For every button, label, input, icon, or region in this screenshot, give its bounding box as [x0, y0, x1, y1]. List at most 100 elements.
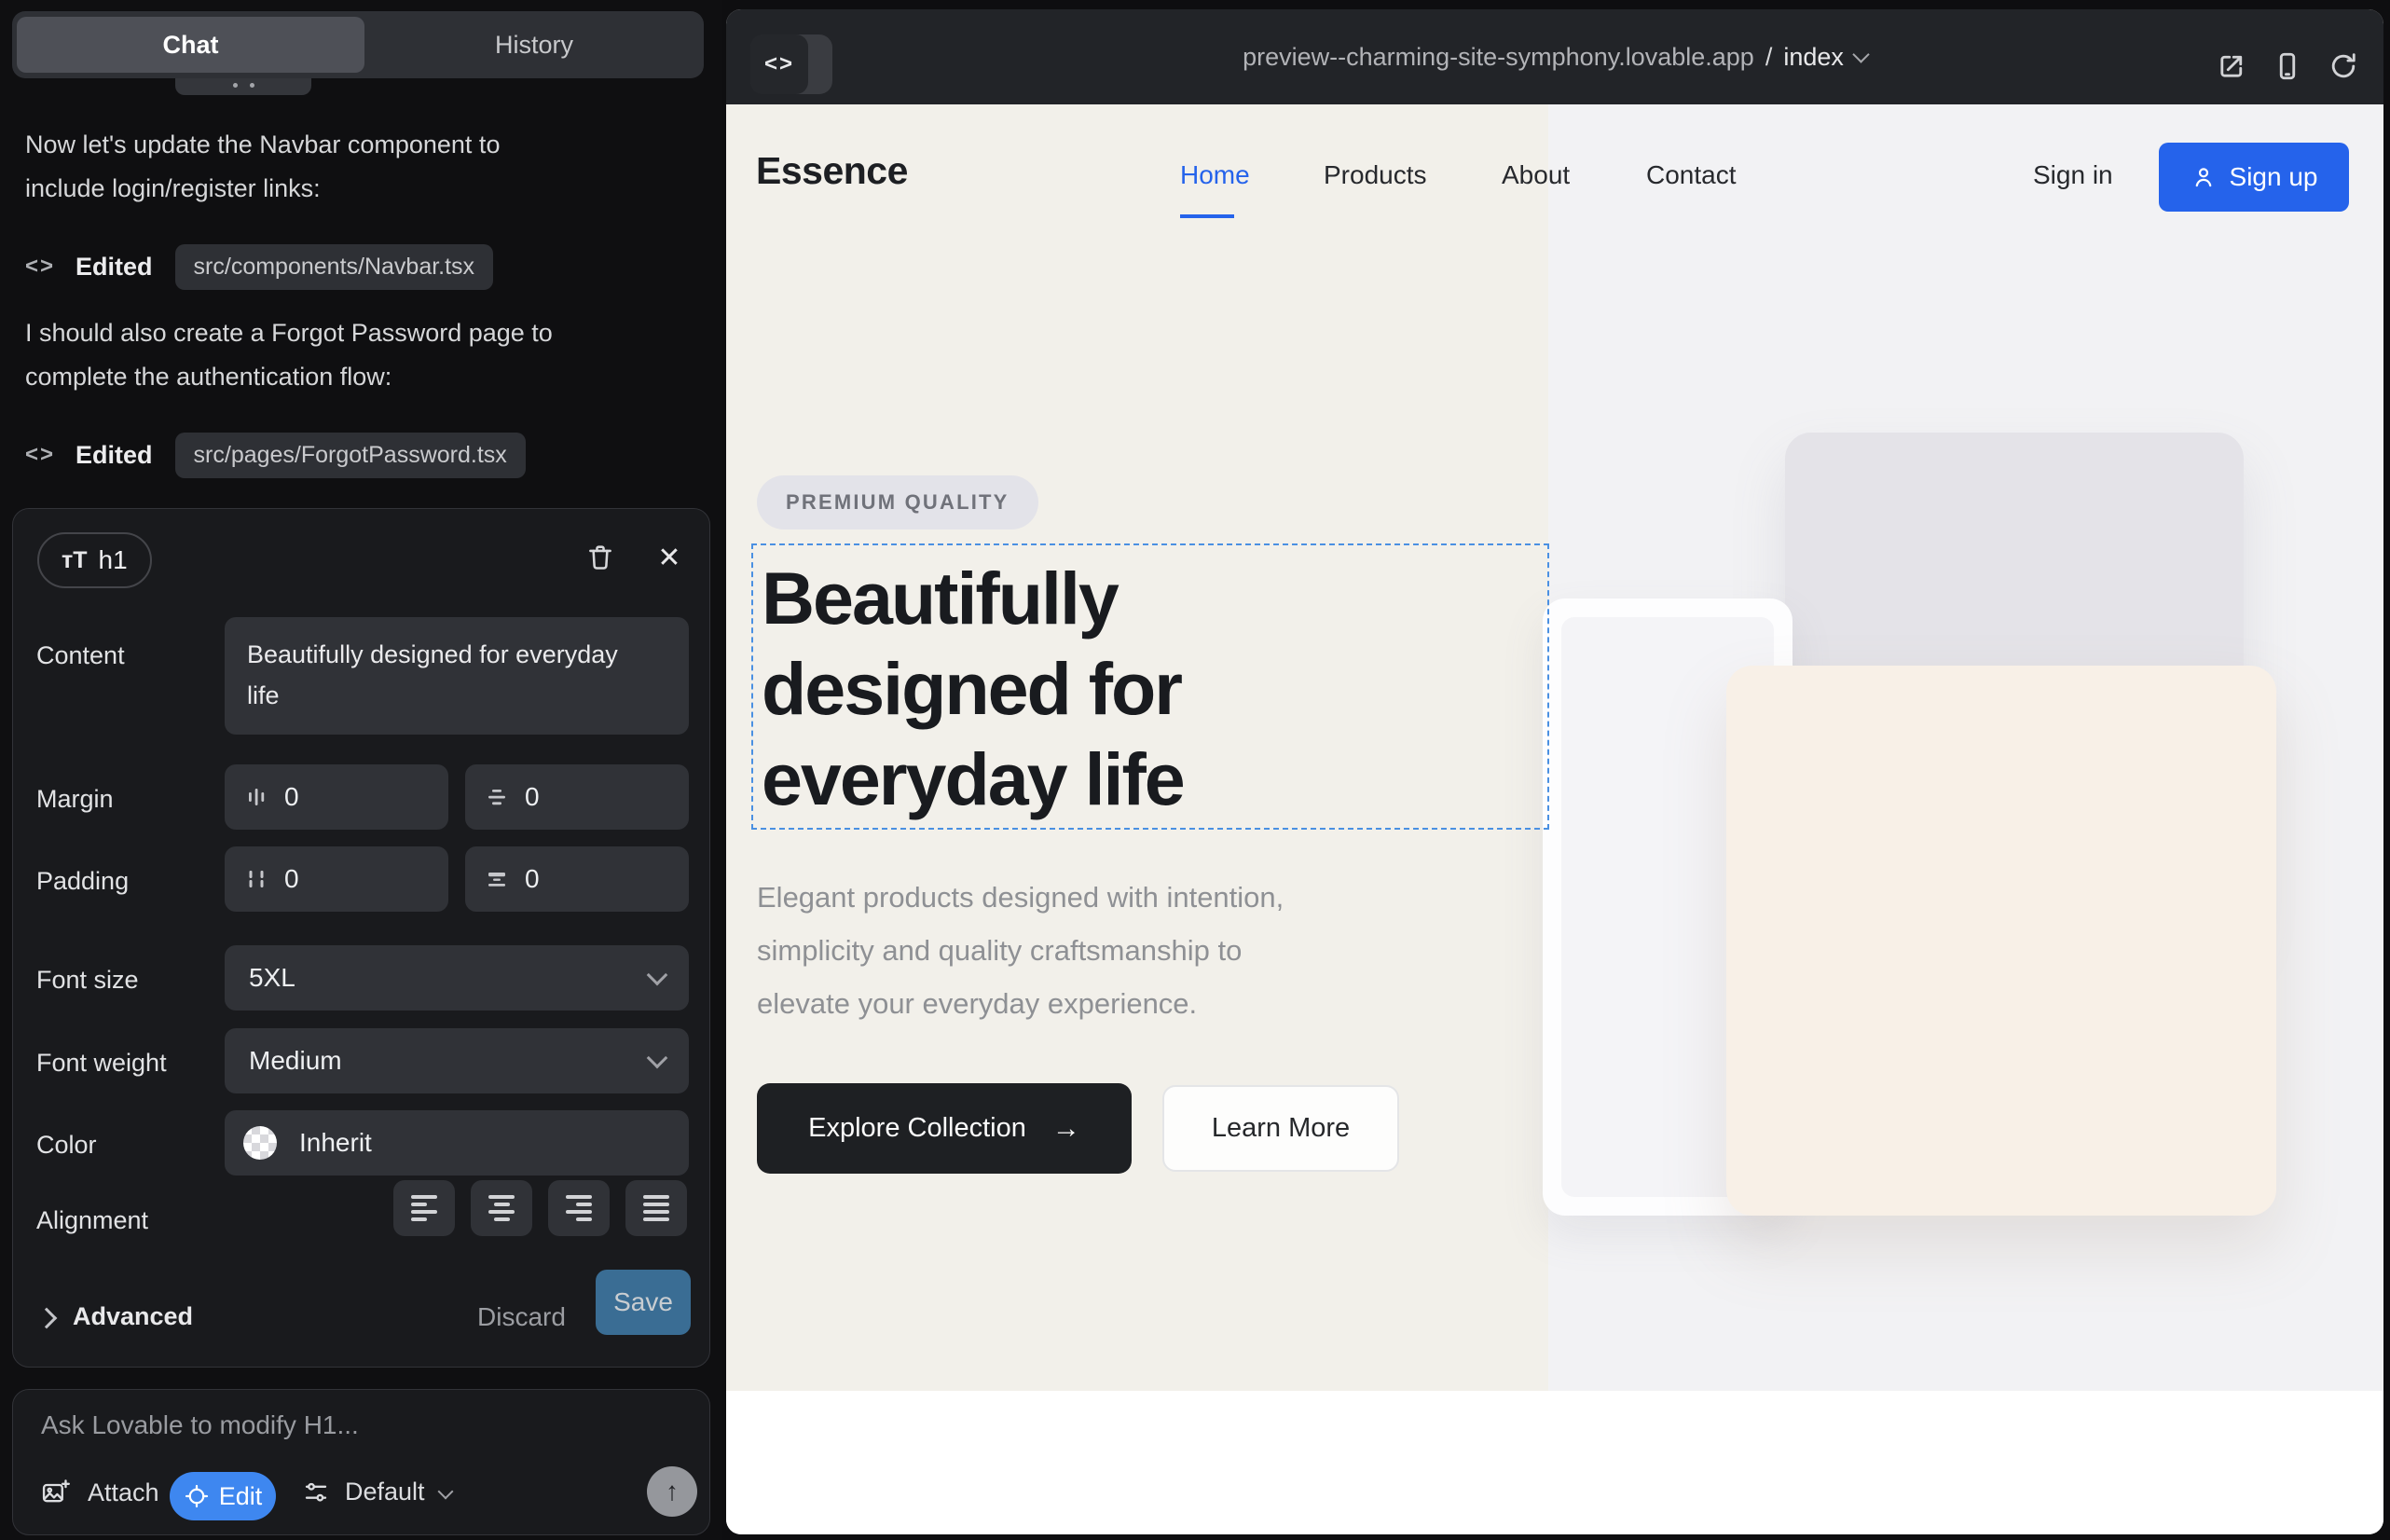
align-justify-button[interactable] — [625, 1180, 687, 1236]
discard-button[interactable]: Discard — [477, 1302, 566, 1332]
section-below-hero — [726, 1391, 2383, 1534]
align-right-icon — [566, 1195, 592, 1199]
peek-dot — [250, 83, 254, 88]
edit-mode-button[interactable]: Edit — [170, 1472, 276, 1520]
edited-file-pill[interactable]: src/pages/ForgotPassword.tsx — [175, 433, 526, 478]
nav-link-about[interactable]: About — [1502, 160, 1570, 190]
description-line: elevate your everyday experience. — [757, 977, 1521, 1030]
external-link-icon — [2215, 49, 2248, 83]
margin-label: Margin — [36, 785, 114, 814]
margin-x-input[interactable]: 0 — [225, 764, 448, 830]
nav-link-contact[interactable]: Contact — [1646, 160, 1737, 190]
font-size-select[interactable]: 5XL — [225, 945, 689, 1011]
model-selector[interactable]: Default — [302, 1478, 451, 1506]
sign-in-link[interactable]: Sign in — [2033, 160, 2113, 190]
learn-more-label: Learn More — [1212, 1113, 1350, 1144]
selected-element-chip: тT h1 — [37, 532, 152, 588]
composer-input[interactable]: Ask Lovable to modify H1... — [41, 1410, 359, 1440]
content-textarea[interactable]: Beautifully designed for everyday life — [225, 617, 689, 735]
arrow-right-icon: → — [1052, 1113, 1080, 1145]
nav-active-underline — [1180, 214, 1234, 218]
margin-y-value: 0 — [525, 782, 540, 812]
url-separator: / — [1765, 43, 1773, 72]
open-in-new-tab-button[interactable] — [2214, 48, 2249, 84]
color-label: Color — [36, 1131, 97, 1160]
peek-dot — [233, 83, 238, 88]
align-center-icon — [488, 1195, 515, 1199]
send-button[interactable]: ↑ — [647, 1466, 697, 1517]
explore-collection-button[interactable]: Explore Collection → — [757, 1083, 1132, 1174]
trash-icon — [584, 542, 616, 573]
chevron-right-icon — [36, 1308, 58, 1329]
close-panel-button[interactable]: ✕ — [649, 537, 690, 578]
font-weight-select[interactable]: Medium — [225, 1028, 689, 1093]
save-button[interactable]: Save — [596, 1270, 691, 1335]
align-justify-icon — [643, 1195, 669, 1199]
url-host: preview--charming-site-symphony.lovable.… — [1243, 43, 1754, 72]
advanced-label[interactable]: Advanced — [73, 1302, 193, 1331]
edited-file-pill[interactable]: src/components/Navbar.tsx — [175, 244, 494, 290]
content-label: Content — [36, 641, 125, 670]
edited-file-row: <> Edited src/components/Navbar.tsx — [25, 242, 493, 291]
chat-message-line: Now let's update the Navbar component to — [25, 123, 668, 167]
chevron-down-icon — [437, 1483, 453, 1499]
nav-link-home[interactable]: Home — [1180, 160, 1250, 190]
code-icon: <> — [25, 254, 55, 280]
nav-link-products[interactable]: Products — [1324, 160, 1427, 190]
selected-h1-element[interactable]: Beautifully designed for everyday life — [751, 543, 1549, 830]
sign-up-button[interactable]: Sign up — [2159, 143, 2349, 212]
tab-chat[interactable]: Chat — [17, 17, 364, 73]
code-icon: <> — [750, 34, 808, 94]
margin-y-input[interactable]: 0 — [465, 764, 689, 830]
font-size-value: 5XL — [249, 963, 295, 993]
headline-line: Beautifully — [762, 553, 1547, 643]
attach-label: Attach — [88, 1478, 159, 1507]
chevron-down-icon — [1852, 46, 1869, 62]
element-tag: h1 — [99, 545, 128, 575]
decorative-card-cream — [1726, 666, 2276, 1216]
align-center-button[interactable] — [471, 1180, 532, 1236]
padding-y-input[interactable]: 0 — [465, 846, 689, 912]
learn-more-button[interactable]: Learn More — [1162, 1085, 1399, 1172]
chevron-down-icon — [647, 1048, 668, 1069]
crosshair-icon — [184, 1483, 210, 1509]
site-preview: Essence Home Products About Contact Sign… — [726, 104, 2383, 1534]
element-editor-panel: тT h1 ✕ Content Beautifully designed for… — [12, 508, 710, 1368]
delete-element-button[interactable] — [580, 537, 621, 578]
code-view-toggle[interactable]: <> — [750, 34, 832, 94]
scrolled-message-peek — [175, 78, 311, 95]
color-select[interactable]: Inherit — [225, 1110, 689, 1176]
margin-horizontal-icon — [243, 784, 269, 810]
padding-vertical-icon — [484, 866, 510, 892]
site-logo[interactable]: Essence — [756, 149, 908, 193]
color-swatch-icon — [243, 1126, 277, 1160]
attach-image-icon — [41, 1478, 71, 1507]
margin-vertical-icon — [484, 784, 510, 810]
tab-history[interactable]: History — [364, 11, 704, 78]
chevron-down-icon — [647, 965, 668, 986]
hero-description: Elegant products designed with intention… — [757, 871, 1521, 1030]
mobile-preview-button[interactable] — [2270, 48, 2305, 84]
padding-x-input[interactable]: 0 — [225, 846, 448, 912]
align-left-icon — [411, 1195, 437, 1199]
edited-label: Edited — [76, 253, 153, 282]
user-icon — [2191, 164, 2217, 190]
advanced-toggle[interactable] — [39, 1311, 54, 1330]
refresh-icon — [2327, 49, 2360, 83]
align-right-button[interactable] — [548, 1180, 610, 1236]
browser-toolbar: preview--charming-site-symphony.lovable.… — [726, 9, 2383, 104]
align-left-button[interactable] — [393, 1180, 455, 1236]
padding-horizontal-icon — [243, 866, 269, 892]
alignment-label: Alignment — [36, 1206, 148, 1235]
padding-y-value: 0 — [525, 864, 540, 894]
font-size-label: Font size — [36, 966, 139, 995]
app-window: Chat History Now let's update the Navbar… — [0, 0, 2390, 1540]
tab-bar: Chat History — [12, 11, 704, 78]
refresh-button[interactable] — [2326, 48, 2361, 84]
arrow-up-icon: ↑ — [666, 1477, 679, 1506]
url-page: index — [1783, 43, 1844, 72]
sign-up-label: Sign up — [2230, 162, 2318, 192]
attach-button[interactable]: Attach — [41, 1478, 159, 1507]
url-bar[interactable]: preview--charming-site-symphony.lovable.… — [726, 9, 2383, 104]
chat-message: Now let's update the Navbar component to… — [25, 123, 668, 211]
